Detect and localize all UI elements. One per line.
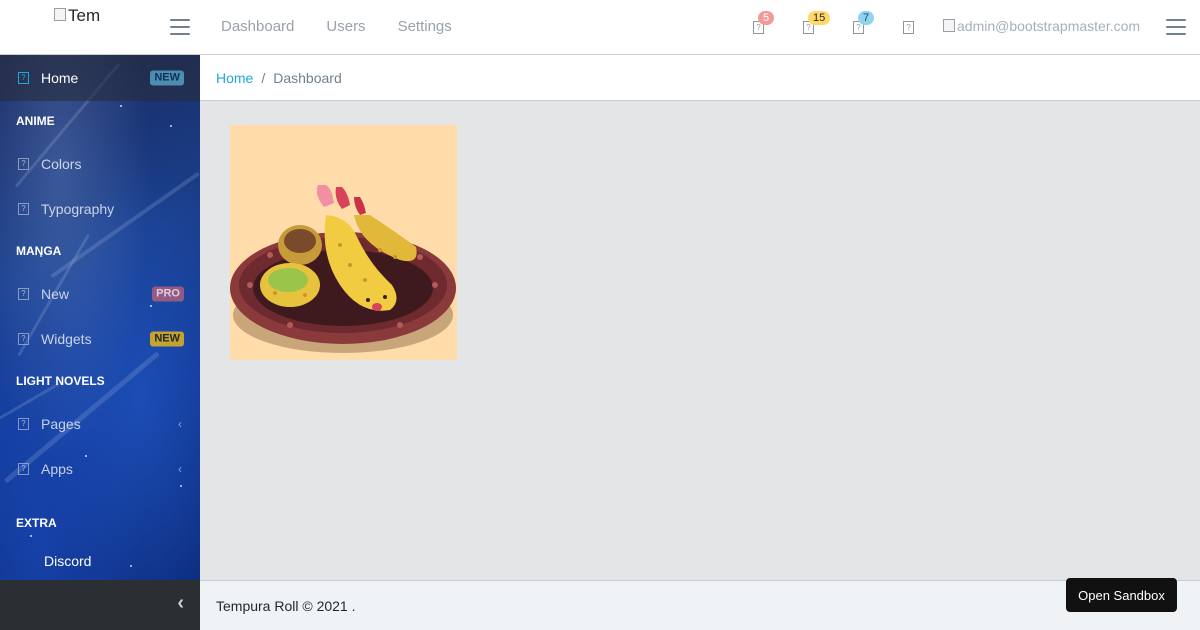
sidebar-minimizer[interactable]: ‹ bbox=[0, 580, 200, 630]
tasks-badge: 15 bbox=[808, 11, 831, 25]
star-icon: ? bbox=[18, 417, 29, 430]
breadcrumb: Home / Dashboard bbox=[200, 55, 1200, 101]
sidebar-item-label: Widgets bbox=[41, 330, 92, 347]
section-title-extra: EXTRA bbox=[16, 516, 57, 530]
sidebar-item-widgets[interactable]: ? Widgets NEW bbox=[0, 316, 200, 361]
chevron-left-icon: ‹ bbox=[178, 461, 182, 476]
sidebar-item-colors[interactable]: ? Colors bbox=[0, 141, 200, 186]
user-email: admin@bootstrapmaster.com bbox=[957, 18, 1141, 34]
section-title-manga: MANGA bbox=[16, 244, 62, 258]
section-title-light-novels: LIGHT NOVELS bbox=[16, 374, 105, 388]
new-badge: NEW bbox=[150, 70, 184, 86]
sidebar-item-pages[interactable]: ? Pages ‹ bbox=[0, 401, 200, 446]
footer-text: Tempura Roll © 2021 . bbox=[216, 597, 356, 614]
notification-badge: 5 bbox=[758, 11, 775, 25]
speedometer-icon: ? bbox=[18, 72, 29, 84]
layers-icon: ? bbox=[18, 462, 29, 475]
sidebar-item-new[interactable]: ? New PRO bbox=[0, 271, 200, 316]
drop-icon: ? bbox=[18, 157, 29, 170]
pro-badge: PRO bbox=[152, 286, 184, 301]
brand-logo-alt-text: Tem bbox=[68, 6, 101, 25]
header-nav-settings[interactable]: Settings bbox=[398, 18, 452, 35]
breadcrumb-home-link[interactable]: Home bbox=[216, 70, 253, 86]
calculator-icon: ? bbox=[18, 332, 29, 345]
sidebar: ? Home NEW ANIME ? Colors ? Typography M… bbox=[0, 55, 200, 630]
breadcrumb-current: Dashboard bbox=[273, 69, 342, 86]
sidebar-item-discord[interactable]: Discord bbox=[0, 543, 200, 579]
sidebar-item-apps[interactable]: ? Apps ‹ bbox=[0, 446, 200, 491]
breadcrumb-separator: / bbox=[261, 69, 266, 86]
logo-broken-image-icon bbox=[54, 8, 66, 21]
sidebar-item-typography[interactable]: ? Typography bbox=[0, 186, 200, 231]
sidebar-item-label: Pages bbox=[41, 415, 81, 432]
sidebar-item-label: Apps bbox=[41, 460, 73, 477]
pencil-icon: ? bbox=[18, 202, 29, 215]
header-nav-users[interactable]: Users bbox=[326, 18, 365, 35]
sidebar-item-label: Home bbox=[41, 70, 79, 86]
location-icon[interactable]: ? bbox=[903, 21, 914, 34]
app-footer: Tempura Roll © 2021 . bbox=[200, 580, 1200, 630]
sidebar-item-home[interactable]: ? Home NEW bbox=[0, 55, 200, 101]
avatar-broken-image-icon bbox=[943, 19, 955, 32]
messages-badge: 7 bbox=[858, 11, 875, 25]
user-avatar[interactable]: admin@bootstrapmaster.com bbox=[943, 18, 1140, 34]
header-nav-dashboard[interactable]: Dashboard bbox=[221, 18, 294, 35]
sidebar-nav: ? Home NEW ANIME ? Colors ? Typography M… bbox=[0, 55, 200, 579]
sidebar-item-label: Typography bbox=[41, 200, 115, 217]
sidebar-item-label: Colors bbox=[41, 155, 82, 172]
chevron-left-icon: ‹ bbox=[177, 592, 184, 614]
header-nav: Dashboard Users Settings bbox=[221, 18, 452, 35]
open-sandbox-button[interactable]: Open Sandbox bbox=[1066, 578, 1177, 612]
tempura-illustration bbox=[230, 125, 457, 360]
aside-menu-toggle-icon[interactable] bbox=[1166, 19, 1186, 35]
sidebar-item-label: New bbox=[41, 285, 70, 302]
brand-logo[interactable]: Tem bbox=[54, 6, 100, 26]
section-title-anime: ANIME bbox=[16, 114, 55, 128]
star-icon: ? bbox=[18, 287, 29, 300]
app-header: Dashboard Users Settings ? 5 ? 15 ? 7 ? … bbox=[0, 0, 1200, 55]
new-badge: NEW bbox=[150, 331, 184, 346]
chevron-left-icon: ‹ bbox=[178, 416, 182, 431]
sidebar-toggle-icon[interactable] bbox=[170, 19, 190, 35]
